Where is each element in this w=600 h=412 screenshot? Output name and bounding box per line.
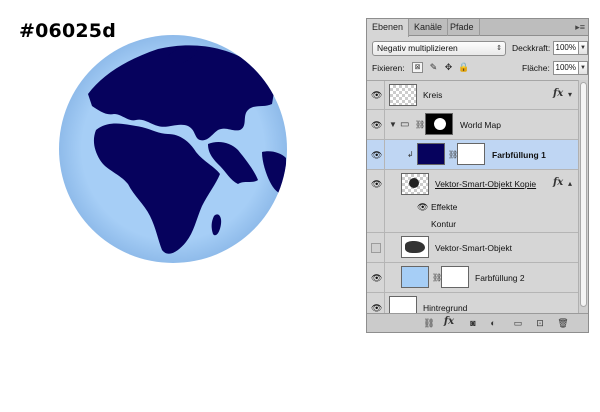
select-arrows-icon: ⇕ [496,45,502,52]
layer-vektor-smart-objekt[interactable]: Vektor-Smart-Objekt [367,233,578,263]
visibility-eye-icon[interactable]: 👁 [371,273,382,283]
add-layer-style-icon[interactable]: fx [443,316,455,328]
blend-mode-select[interactable]: Negativ multiplizieren ⇕ [372,41,506,56]
layer-vektor-smart-objekt-kopie[interactable]: 👁 Vektor-Smart-Objekt Kopie fx ▴ [367,170,578,199]
layer-name: World Map [460,120,501,130]
layers-panel: Ebenen Kanäle Pfade ▸≡ Negativ multipliz… [366,18,589,333]
fx-icon[interactable]: fx [553,177,563,188]
delete-layer-icon[interactable]: 🗑 [557,317,569,329]
layer-thumbnail [389,296,417,314]
layers-list: 👁 Kreis fx ▾ 👁 ▼ ▭ ⛓ World Map 👁 ↲ ⛓ Far… [367,80,578,314]
blend-mode-value: Negativ multiplizieren [377,43,458,53]
visibility-eye-icon[interactable]: 👁 [371,150,382,160]
panel-menu-icon[interactable]: ▸≡ [575,20,585,35]
tab-pfade[interactable]: Pfade [445,19,480,36]
layer-kreis[interactable]: 👁 Kreis fx ▾ [367,81,578,110]
layer-name: Kreis [423,90,443,100]
mask-link-icon[interactable]: ⛓ [415,120,425,129]
layer-hintergrund[interactable]: 👁 Hintregrund [367,293,578,314]
group-expand-icon[interactable]: ▼ [389,120,397,129]
layer-name: Vektor-Smart-Objekt [435,243,512,253]
effect-label: Kontur [431,219,457,229]
opacity-label: Deckkraft: [512,43,551,53]
visibility-off-box[interactable] [371,243,381,253]
effect-label: Effekte [431,202,458,212]
layer-farbfuellung-1[interactable]: 👁 ↲ ⛓ Farbfüllung 1 [367,140,578,170]
add-mask-icon[interactable]: ◙ [467,317,479,329]
fill-input[interactable]: 100% [553,61,579,75]
clipping-arrow-icon: ↲ [407,150,414,159]
fill-color-thumbnail [417,143,445,165]
visibility-eye-icon[interactable]: 👁 [371,303,382,313]
lock-transparency-icon[interactable]: ⊠ [412,62,423,73]
panel-tabs: Ebenen Kanäle Pfade ▸≡ [367,19,588,37]
lock-all-icon[interactable]: 🔒 [458,62,469,73]
new-layer-icon[interactable]: ⊡ [534,317,546,329]
layer-mask-thumbnail [457,143,485,165]
lock-move-icon[interactable]: ✥ [443,62,454,73]
adjustment-layer-icon[interactable]: ◐ [487,317,499,329]
fill-dropdown-icon[interactable]: ▼ [579,61,588,75]
new-group-icon[interactable]: ▭ [512,317,524,329]
opacity-input[interactable]: 100% [553,41,579,55]
fx-icon[interactable]: fx [553,88,563,99]
scrollbar-thumb[interactable] [580,82,587,307]
layer-name: Vektor-Smart-Objekt Kopie [435,179,537,189]
layer-thumbnail [389,84,417,106]
effect-visibility-eye-icon[interactable]: 👁 [417,202,428,212]
expand-arrow-icon[interactable]: ▾ [568,90,572,99]
layers-scrollbar[interactable] [578,80,588,314]
link-layers-icon[interactable]: ⛓ [423,317,435,329]
effect-row-effekte[interactable]: 👁 Effekte [367,199,578,215]
globe-artwork [59,35,287,263]
folder-icon: ▭ [400,119,410,130]
layer-farbfuellung-2[interactable]: 👁 ⛓ Farbfüllung 2 [367,263,578,293]
effect-row-kontur[interactable]: Kontur [367,215,578,233]
group-mask-thumbnail [425,113,453,135]
panel-bottom-toolbar: ⛓ fx ◙ ◐ ▭ ⊡ 🗑 [367,313,588,332]
visibility-eye-icon[interactable]: 👁 [371,179,382,189]
tab-kanaele[interactable]: Kanäle [409,19,449,36]
layer-group-world-map[interactable]: 👁 ▼ ▭ ⛓ World Map [367,110,578,140]
visibility-eye-icon[interactable]: 👁 [371,120,382,130]
smart-object-thumbnail [401,173,429,195]
layer-mask-thumbnail [441,266,469,288]
tab-ebenen[interactable]: Ebenen [367,19,410,37]
fill-label: Fläche: [522,63,550,73]
opacity-dropdown-icon[interactable]: ▼ [579,41,588,55]
lock-paint-icon[interactable]: ✎ [428,62,439,73]
layer-name: Farbfüllung 1 [492,150,546,160]
visibility-eye-icon[interactable]: 👁 [371,90,382,100]
collapse-arrow-icon[interactable]: ▴ [568,179,572,188]
smart-object-thumbnail [401,236,429,258]
layer-name: Farbfüllung 2 [475,273,525,283]
fill-color-thumbnail [401,266,429,288]
lock-label: Fixieren: [372,63,405,73]
